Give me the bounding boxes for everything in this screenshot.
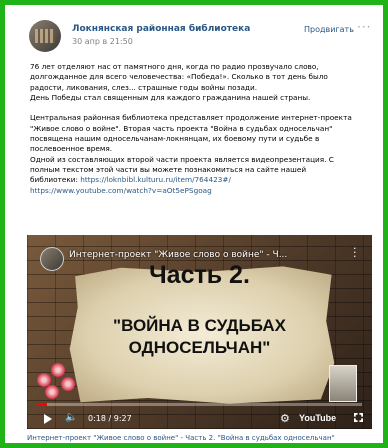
youtube-logo[interactable]: YouTube <box>299 413 336 423</box>
library-site-link[interactable]: https://loknbibl.kulturu.ru/item/764423#… <box>80 175 231 184</box>
post-text: 76 лет отделяют нас от памятного дня, ко… <box>30 62 375 196</box>
more-options-icon[interactable]: ··· <box>357 20 371 34</box>
progress-bar[interactable] <box>37 403 362 406</box>
promote-button[interactable]: Продвигать <box>304 25 354 34</box>
video-caption[interactable]: Интернет-проект "Живое слово о войне" - … <box>27 434 335 442</box>
link-prefix: библиотеки: <box>30 175 81 185</box>
video-more-icon[interactable]: · · · <box>353 243 357 262</box>
gear-icon[interactable]: ⚙ <box>280 412 290 425</box>
text-line: 76 лет отделяют нас от памятного дня, ко… <box>30 62 319 71</box>
time-display: 0:18 / 9:27 <box>88 414 132 423</box>
progress-fill <box>37 403 47 406</box>
flower-icon <box>45 385 59 399</box>
youtube-link[interactable]: https://www.youtube.com/watch?v=aOt5ePSg… <box>30 186 212 195</box>
text-line: полным текстом этой части вы можете позн… <box>30 164 307 174</box>
video-title[interactable]: Интернет-проект "Живое слово о войне" - … <box>69 250 287 260</box>
text-line: "Живое слово о войне". Вторая часть прое… <box>30 123 333 133</box>
text-line: День Победы стал священным для каждого г… <box>30 92 311 102</box>
fullscreen-icon[interactable] <box>354 413 363 422</box>
avatar[interactable] <box>29 20 61 52</box>
text-line: радости, ликования, слез... страшные год… <box>30 82 258 92</box>
text-line: Одной из составляющих второй части проек… <box>30 154 334 164</box>
bookshelf-icon <box>35 29 55 43</box>
soldier-photo <box>329 365 357 402</box>
text-line: Центральная районная библиотека представ… <box>30 113 352 123</box>
text-line: https://www.youtube.com/watch?v=aOt5ePSg… <box>30 186 375 196</box>
post-date[interactable]: 30 апр в 21:50 <box>72 37 133 46</box>
flowers-decoration <box>31 355 91 415</box>
volume-icon[interactable]: 🔈 <box>65 412 77 423</box>
text-line: библиотеки: https://loknbibl.kulturu.ru/… <box>30 175 375 185</box>
play-icon[interactable] <box>44 414 52 424</box>
player-controls: 🔈 0:18 / 9:27 ⚙ YouTube <box>27 409 372 429</box>
text-line: посвящена нашим односельчанам-локнянцам,… <box>30 134 320 144</box>
video-player[interactable]: Интернет-проект "Живое слово о войне" - … <box>27 235 372 429</box>
flower-icon <box>61 377 75 391</box>
post-frame: Локнянская районная библиотека 30 апр в … <box>0 0 388 448</box>
text-line: долгожданное для всего человечества: «По… <box>30 72 328 82</box>
text-line: послевоенное время. <box>30 144 113 154</box>
post-author[interactable]: Локнянская районная библиотека <box>72 24 250 34</box>
video-heading: Часть 2. <box>149 261 250 289</box>
subheading-line: "ВОЙНА В СУДЬБАХ <box>113 316 286 335</box>
video-subheading: "ВОЙНА В СУДЬБАХ ОДНОСЕЛЬЧАН" <box>27 315 372 359</box>
subheading-line: ОДНОСЕЛЬЧАН" <box>128 338 271 357</box>
flower-icon <box>51 363 65 377</box>
